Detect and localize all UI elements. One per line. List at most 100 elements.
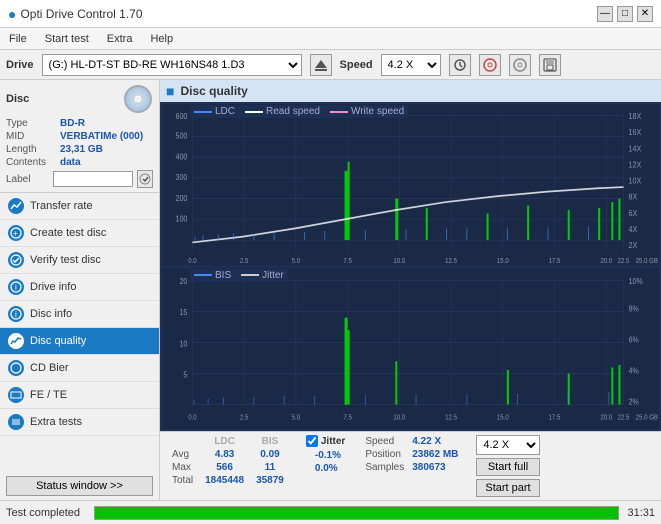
nav-verify-test-disc[interactable]: Verify test disc <box>0 247 159 274</box>
svg-text:400: 400 <box>176 152 188 162</box>
speed-label: Speed <box>340 59 373 71</box>
legend-write-speed: Write speed <box>330 106 404 117</box>
menu-help[interactable]: Help <box>147 32 176 46</box>
svg-text:5.0: 5.0 <box>292 258 301 265</box>
jitter-checkbox[interactable] <box>306 435 318 447</box>
speed-icon-button[interactable] <box>449 54 471 76</box>
max-label: Max <box>166 461 199 474</box>
svg-text:12.5: 12.5 <box>445 414 457 422</box>
nav-disc-info-label: Disc info <box>30 308 72 320</box>
progress-bar <box>94 506 619 520</box>
drive-label: Drive <box>6 59 34 71</box>
menu-start-test[interactable]: Start test <box>42 32 92 46</box>
position-value: 23862 MB <box>408 448 462 461</box>
svg-text:2%: 2% <box>629 396 639 406</box>
svg-text:0.0: 0.0 <box>188 258 197 265</box>
disc-mid-label: MID <box>6 131 56 142</box>
svg-text:10X: 10X <box>629 176 642 186</box>
total-label: Total <box>166 474 199 487</box>
menu-file[interactable]: File <box>6 32 30 46</box>
svg-text:18X: 18X <box>629 112 642 122</box>
transfer-rate-icon <box>8 198 24 214</box>
menu-extra[interactable]: Extra <box>104 32 136 46</box>
legend-ldc-color <box>194 111 212 113</box>
disc-type-value: BD-R <box>60 118 85 129</box>
svg-text:4%: 4% <box>629 365 639 375</box>
start-full-button[interactable]: Start full <box>476 458 539 476</box>
max-bis-value: 11 <box>250 461 290 474</box>
legend-read-speed: Read speed <box>245 106 320 117</box>
disc-label-button[interactable] <box>137 170 153 188</box>
nav-disc-quality[interactable]: Disc quality <box>0 328 159 355</box>
legend-bis: BIS <box>194 270 231 281</box>
main-layout: Disc Type BD-R <box>0 80 661 500</box>
disc-mid-value: VERBATIMe (000) <box>60 131 143 142</box>
verify-test-disc-icon <box>8 252 24 268</box>
minimize-button[interactable]: — <box>597 6 613 22</box>
menu-bar: File Start test Extra Help <box>0 28 661 50</box>
app-icon: ● <box>8 6 16 22</box>
start-part-button[interactable]: Start part <box>476 479 539 497</box>
svg-text:7.5: 7.5 <box>343 414 352 422</box>
legend-ldc-label: LDC <box>215 106 235 117</box>
svg-text:10%: 10% <box>629 276 643 286</box>
disc-quality-title: Disc quality <box>180 84 247 98</box>
status-window-button[interactable]: Status window >> <box>6 476 153 496</box>
disc-label-label: Label <box>6 174 49 185</box>
header-bis: BIS <box>250 435 290 448</box>
chart2-container: BIS Jitter <box>162 268 659 430</box>
svg-text:22.5: 22.5 <box>618 258 630 265</box>
svg-text:5.0: 5.0 <box>292 414 301 422</box>
max-ldc-value: 566 <box>199 461 250 474</box>
svg-text:12X: 12X <box>629 160 642 170</box>
maximize-button[interactable]: □ <box>617 6 633 22</box>
svg-text:17.5: 17.5 <box>549 414 561 422</box>
nav-transfer-rate[interactable]: Transfer rate <box>0 193 159 220</box>
svg-text:8%: 8% <box>629 303 639 313</box>
disc-info-icon: i <box>8 306 24 322</box>
write-icon-button[interactable] <box>509 54 531 76</box>
nav-extra-tests[interactable]: Extra tests <box>0 409 159 436</box>
close-button[interactable]: ✕ <box>637 6 653 22</box>
title-bar: ● Opti Drive Control 1.70 — □ ✕ <box>0 0 661 28</box>
save-button[interactable] <box>539 54 561 76</box>
svg-text:600: 600 <box>176 112 188 122</box>
disc-contents-label: Contents <box>6 157 56 168</box>
nav-transfer-rate-label: Transfer rate <box>30 200 93 212</box>
status-bar: Test completed 31:31 <box>0 500 661 524</box>
disc-icon-button[interactable] <box>479 54 501 76</box>
drive-select[interactable]: (G:) HL-DT-ST BD-RE WH16NS48 1.D3 <box>42 54 302 76</box>
sidebar: Disc Type BD-R <box>0 80 160 500</box>
nav-fe-te[interactable]: FE / TE <box>0 382 159 409</box>
samples-label: Samples <box>361 461 408 474</box>
svg-text:6X: 6X <box>629 208 638 218</box>
svg-text:+: + <box>13 229 18 238</box>
action-speed-select[interactable]: 4.2 X <box>476 435 539 455</box>
legend-bis-label: BIS <box>215 270 231 281</box>
nav-create-test-disc[interactable]: + Create test disc <box>0 220 159 247</box>
nav-cd-bier[interactable]: CD Bier <box>0 355 159 382</box>
svg-text:2.5: 2.5 <box>240 414 249 422</box>
nav-drive-info[interactable]: i Drive info <box>0 274 159 301</box>
svg-text:200: 200 <box>176 193 188 203</box>
avg-bis-value: 0.09 <box>250 448 290 461</box>
disc-label-input[interactable] <box>53 171 133 187</box>
drive-info-icon: i <box>8 279 24 295</box>
drive-bar: Drive (G:) HL-DT-ST BD-RE WH16NS48 1.D3 … <box>0 50 661 80</box>
legend-jitter-color <box>241 274 259 276</box>
title-bar-left: ● Opti Drive Control 1.70 <box>8 6 143 22</box>
speed-select[interactable]: 4.2 X <box>381 54 441 76</box>
svg-text:i: i <box>15 310 17 319</box>
svg-text:6%: 6% <box>629 334 639 344</box>
nav-verify-test-disc-label: Verify test disc <box>30 254 101 266</box>
svg-text:15: 15 <box>179 307 187 317</box>
progress-bar-fill <box>95 507 618 519</box>
nav-disc-info[interactable]: i Disc info <box>0 301 159 328</box>
status-text: Test completed <box>6 507 86 519</box>
disc-type-field: Type BD-R <box>6 118 153 129</box>
svg-text:20: 20 <box>179 276 187 286</box>
nav-cd-bier-label: CD Bier <box>30 362 69 374</box>
svg-text:12.5: 12.5 <box>445 258 457 265</box>
eject-button[interactable] <box>310 54 332 76</box>
disc-length-label: Length <box>6 144 56 155</box>
